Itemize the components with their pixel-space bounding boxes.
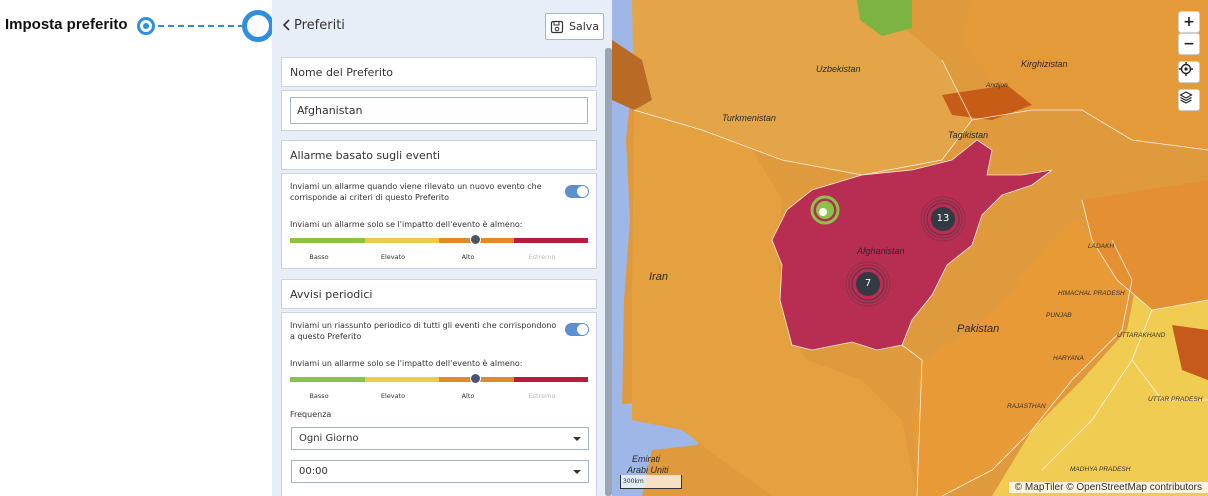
place-uttar-pradesh: UTTAR PRADESH	[1148, 396, 1203, 403]
favorite-name-input[interactable]: Afghanistan	[290, 97, 588, 124]
panel-title: Preferiti	[294, 18, 345, 33]
place-pakistan: Pakistan	[957, 323, 1000, 335]
slider-segment-low	[290, 377, 365, 382]
level-label-low: Basso	[309, 392, 329, 400]
name-section-title: Nome del Preferito	[290, 66, 393, 79]
level-label-elevated: Elevato	[380, 392, 406, 400]
place-kirghizistan: Kirghizistan	[1021, 59, 1068, 69]
periodic-body: Inviami un riassunto periodico di tutti …	[281, 312, 597, 496]
event-alarm-header: Allarme basato sugli eventi	[281, 140, 597, 170]
level-label-high: Alto	[461, 392, 475, 400]
event-impact-slider[interactable]	[290, 234, 588, 245]
event-alarm-title: Allarme basato sugli eventi	[290, 149, 441, 162]
layers-icon	[1179, 91, 1193, 104]
chevron-left-icon[interactable]	[280, 18, 294, 32]
periodic-toggle[interactable]	[565, 323, 589, 336]
place-andijon: Andijon	[986, 82, 1008, 89]
event-alarm-body: Inviami un allarme quando viene rilevato…	[281, 173, 597, 269]
periodic-impact-slider[interactable]	[290, 373, 588, 384]
place-punjab: PUNJAB	[1046, 312, 1072, 319]
place-afghanistan: Afghanistan	[857, 246, 905, 256]
place-uttarakhand: UTTARAKHAND	[1117, 332, 1166, 339]
panel-header: Preferiti Salva	[272, 0, 612, 50]
map-attribution[interactable]: © MapTiler © OpenStreetMap contributors	[1008, 482, 1208, 493]
place-madhya-pradesh: MADHYA PRADESH	[1070, 466, 1131, 473]
callout-connector	[158, 25, 244, 27]
place-tagikistan: Tagikistan	[948, 130, 989, 140]
frequency-select[interactable]: Ogni Giorno	[291, 427, 589, 450]
level-label-extreme: Estremo	[528, 392, 556, 400]
callout-ring-icon	[242, 10, 274, 42]
periodic-title: Avvisi periodici	[290, 288, 373, 301]
level-label-extreme: Estremo	[528, 253, 556, 261]
slider-segment-elevated	[364, 377, 439, 382]
panel-scrollbar-thumb[interactable]	[605, 48, 612, 496]
event-cluster-north[interactable]: 13	[931, 207, 955, 231]
periodic-header: Avvisi periodici	[281, 279, 597, 309]
place-uzbekistan: Uzbekistan	[816, 64, 861, 74]
slider-segment-extreme	[513, 377, 588, 382]
save-button-label: Salva	[568, 20, 600, 33]
map-scale: 300km	[620, 475, 682, 489]
slider-segment-elevated	[364, 238, 439, 243]
place-emirati: Emirati	[632, 454, 661, 464]
event-alarm-toggle[interactable]	[565, 185, 589, 198]
event-impact-knob[interactable]	[470, 234, 481, 245]
time-value: 00:00	[299, 466, 328, 477]
periodic-toggle-text: Inviami un riassunto periodico di tutti …	[290, 321, 557, 341]
save-button[interactable]: Salva	[545, 13, 604, 40]
frequency-label: Frequenza	[290, 410, 332, 419]
layers-button[interactable]	[1178, 89, 1200, 111]
caret-down-icon	[573, 470, 581, 474]
place-turkmenistan: Turkmenistan	[722, 113, 776, 123]
map-view[interactable]: 13 7 Uzbekistan Kirghizistan Andijon Tur…	[612, 0, 1208, 496]
event-cluster-south[interactable]: 7	[856, 272, 880, 296]
place-iran: Iran	[649, 271, 668, 283]
level-label-elevated: Elevato	[380, 253, 406, 261]
frequency-value: Ogni Giorno	[299, 433, 359, 444]
caret-down-icon	[573, 437, 581, 441]
time-select[interactable]: 00:00	[291, 460, 589, 483]
place-himachal: HIMACHAL PRADESH	[1058, 290, 1125, 297]
name-section-body: Afghanistan	[281, 90, 597, 131]
place-rajasthan: RAJASTHAN	[1007, 403, 1046, 410]
level-label-low: Basso	[309, 253, 329, 261]
zoom-out-button[interactable]: −	[1178, 33, 1200, 55]
callout-dot-icon	[137, 17, 155, 35]
floppy-disk-icon	[550, 20, 564, 33]
map-canvas	[612, 0, 1208, 496]
name-section-header: Nome del Preferito	[281, 57, 597, 87]
callout-label: Imposta preferito	[5, 16, 128, 33]
periodic-impact-text: Inviami un allarme solo se l'impatto del…	[290, 359, 523, 368]
place-ladakh: LADAKH	[1088, 243, 1115, 250]
place-haryana: HARYANA	[1053, 355, 1084, 362]
favorites-panel: Preferiti Salva Nome del Preferito Afgha…	[272, 0, 612, 496]
slider-segment-low	[290, 238, 365, 243]
place-arabi-uniti: Arabi Uniti	[627, 465, 669, 475]
crosshair-icon	[1179, 62, 1193, 76]
zoom-in-button[interactable]: +	[1178, 11, 1200, 33]
slider-segment-extreme	[513, 238, 588, 243]
level-label-high: Alto	[461, 253, 475, 261]
event-alarm-toggle-text: Inviami un allarme quando viene rilevato…	[290, 182, 542, 202]
periodic-impact-knob[interactable]	[470, 373, 481, 384]
locate-button[interactable]	[1178, 61, 1200, 83]
event-alarm-impact-text: Inviami un allarme solo se l'impatto del…	[290, 220, 523, 229]
